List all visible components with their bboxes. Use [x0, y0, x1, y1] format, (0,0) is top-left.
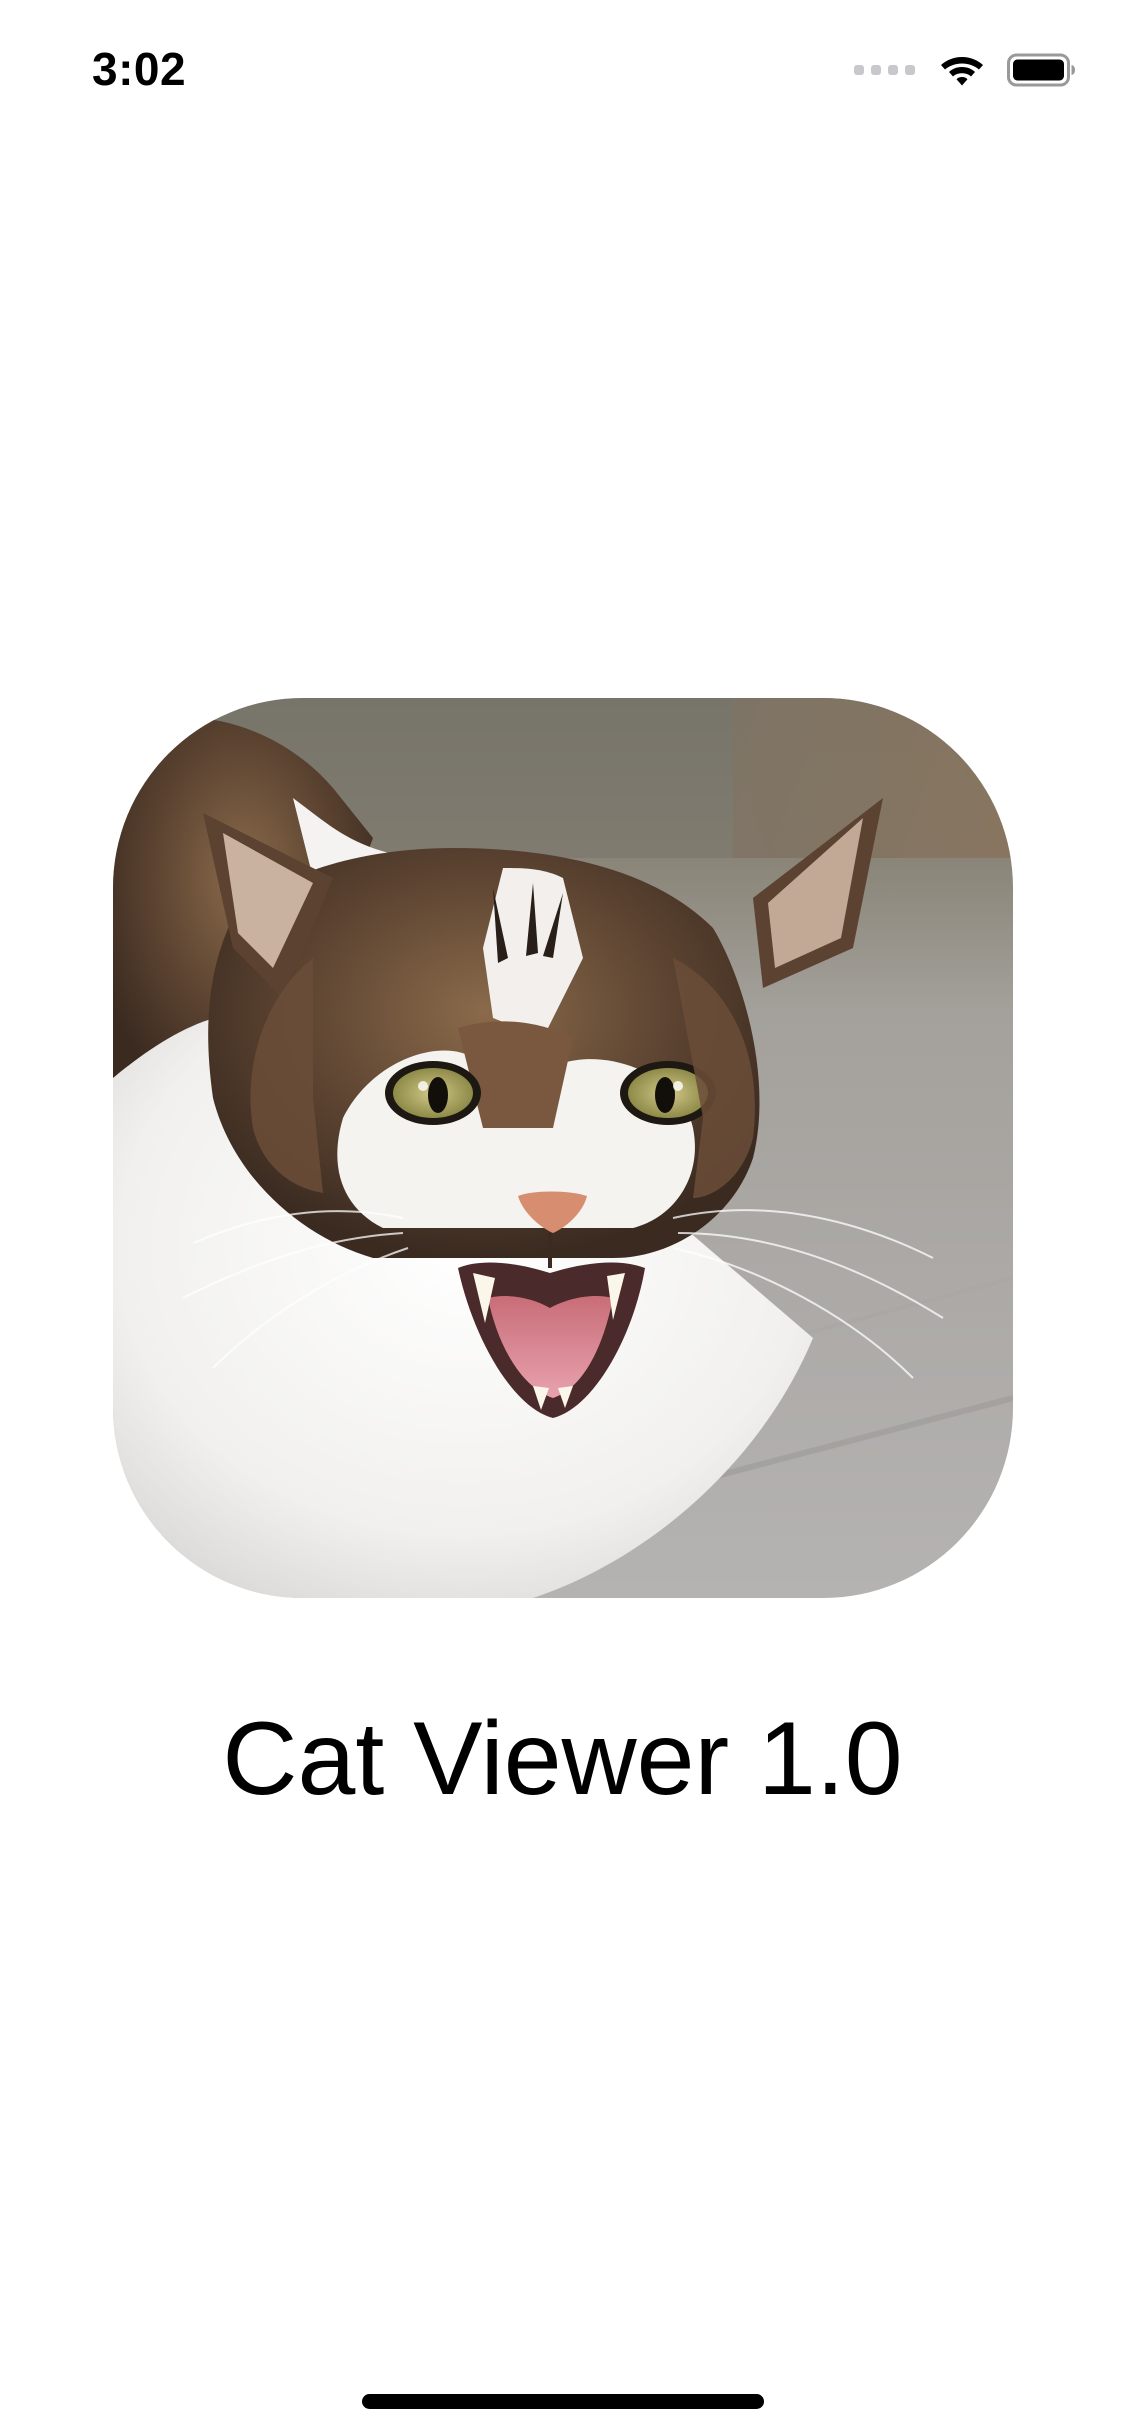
status-bar: 3:02: [0, 0, 1125, 140]
home-indicator[interactable]: [362, 2394, 764, 2409]
cellular-signal-icon: [854, 65, 915, 75]
app-title: Cat Viewer 1.0: [222, 1701, 903, 1817]
status-time: 3:02: [92, 43, 187, 95]
cat-photo-image: [113, 698, 1013, 1598]
wifi-icon: [939, 53, 985, 87]
battery-icon: [1007, 53, 1077, 87]
status-icons: [854, 50, 1077, 90]
